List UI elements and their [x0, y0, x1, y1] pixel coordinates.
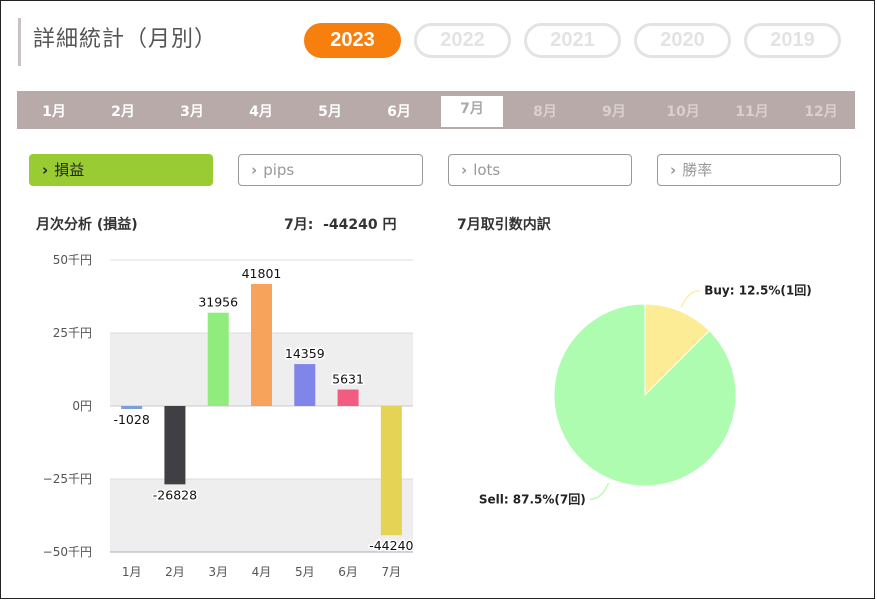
bar-5月 [294, 364, 316, 406]
pie-label: Buy: 12.5%(1回) [704, 284, 811, 298]
x-tick-label: 1月 [122, 565, 142, 579]
metric-label: 損益 [54, 161, 85, 179]
page-title: 詳細統計（月別） [18, 18, 217, 66]
chevron-right-icon: › [251, 161, 258, 179]
summary-unit: 円 [382, 217, 397, 233]
summary-label: 7月: [284, 217, 314, 233]
bar-chart-title: 月次分析 (損益) [36, 217, 138, 233]
data-label: 14359 [285, 346, 325, 361]
data-label: -26828 [153, 487, 197, 502]
tab-month-4[interactable]: 4月 [230, 98, 292, 127]
bar-4月 [251, 283, 272, 406]
x-tick-label: 6月 [338, 565, 358, 579]
year-pill-2020[interactable]: 2020 [634, 23, 731, 58]
month-tabs: 1月 2月 3月 4月 5月 6月 7月 8月 9月 10月 11月 12月 [23, 92, 852, 127]
data-label: -1028 [113, 412, 149, 427]
metric-label: 勝率 [682, 161, 713, 179]
x-tick-label: 7月 [382, 565, 402, 579]
data-label: 31956 [198, 295, 238, 310]
data-label: -44240 [369, 538, 413, 553]
data-label: 41801 [242, 266, 282, 281]
bar-3月 [207, 312, 229, 406]
metric-button-winrate[interactable]: › 勝率 [657, 154, 841, 186]
y-tick-label: 0円 [72, 399, 92, 413]
y-tick-label: −50千円 [43, 545, 92, 559]
pie-connector [589, 482, 610, 500]
tab-month-5[interactable]: 5月 [299, 98, 361, 127]
pie-chart-title: 7月取引数内訳 [457, 217, 551, 233]
year-selector: 2023 2022 2021 2020 2019 [304, 23, 841, 58]
year-pill-2019[interactable]: 2019 [744, 23, 841, 58]
metric-button-pips[interactable]: › pips [238, 154, 423, 186]
tab-month-2[interactable]: 2月 [92, 98, 154, 127]
bar-6月 [337, 389, 359, 406]
tab-month-7[interactable]: 7月 [437, 92, 507, 127]
tab-month-9[interactable]: 9月 [583, 98, 645, 127]
tab-month-8[interactable]: 8月 [514, 98, 576, 127]
year-pill-2023[interactable]: 2023 [304, 23, 401, 58]
metric-label: pips [263, 161, 295, 179]
bar-7月 [380, 406, 402, 536]
y-tick-label: −25千円 [43, 472, 92, 486]
tab-month-10[interactable]: 10月 [652, 98, 714, 127]
bar-chart: 50千円 25千円 0円 −25千円 −50千円 -1028 1月 -26828 2月 31956… [43, 253, 415, 579]
metric-button-lots[interactable]: › lots [448, 154, 632, 186]
metric-label: lots [473, 161, 501, 179]
y-tick-label: 50千円 [53, 253, 92, 267]
summary-value: -44240 [323, 217, 378, 233]
bar-chart-summary: 7月: -44240 円 [284, 214, 397, 234]
year-pill-2021[interactable]: 2021 [524, 23, 621, 58]
x-tick-label: 3月 [208, 565, 228, 579]
pie-slice [553, 303, 737, 487]
pie-chart: Buy: 12.5%(1回) Sell: 87.5%(7回) [479, 284, 812, 507]
y-tick-label: 25千円 [53, 326, 92, 340]
bar-2月 [164, 406, 186, 485]
chevron-right-icon: › [670, 161, 677, 179]
year-pill-2022[interactable]: 2022 [414, 23, 511, 58]
tab-month-3[interactable]: 3月 [161, 98, 223, 127]
data-label: 5631 [332, 372, 364, 387]
x-tick-label: 2月 [165, 565, 185, 579]
metric-button-profit[interactable]: › 損益 [29, 154, 213, 186]
pie-connector [680, 290, 701, 308]
chevron-right-icon: › [42, 161, 49, 179]
x-tick-label: 4月 [252, 565, 272, 579]
tab-month-12[interactable]: 12月 [790, 98, 852, 127]
tab-month-6[interactable]: 6月 [368, 98, 430, 127]
bar-1月 [121, 406, 143, 410]
pie-label: Sell: 87.5%(7回) [479, 492, 586, 506]
x-tick-label: 5月 [295, 565, 315, 579]
tab-month-11[interactable]: 11月 [721, 98, 783, 127]
tab-month-1[interactable]: 1月 [23, 98, 85, 127]
chevron-right-icon: › [461, 161, 468, 179]
